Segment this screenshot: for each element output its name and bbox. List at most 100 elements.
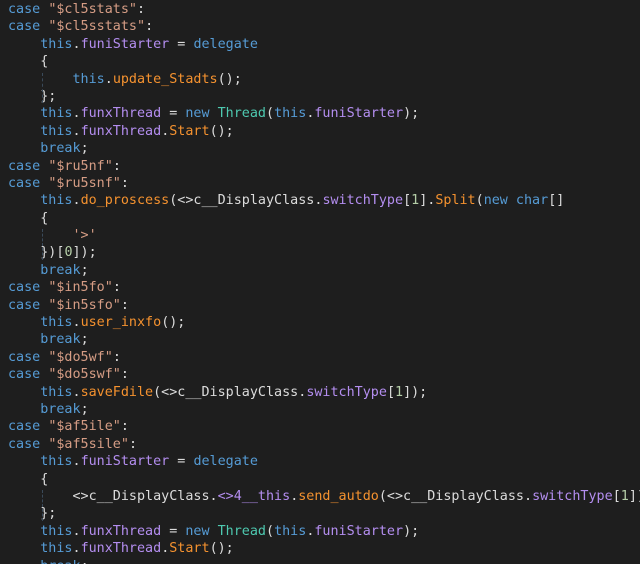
code-token: : [120,419,129,435]
code-token: . [72,454,81,470]
code-token: funiStarter [80,36,170,52]
code-token: delegate [193,36,258,52]
code-token: = [169,454,194,470]
code-token: user_inxfo [80,315,162,331]
code-token: ( [475,193,484,209]
code-token: this [40,193,73,209]
code-token: (<>c__DisplayClass. [169,193,323,209]
code-line[interactable]: { [0,210,640,227]
code-token: funxThread [80,123,162,139]
code-token: 0 [64,245,73,261]
code-token: <>c__DisplayClass. [72,488,218,504]
code-token: this [40,384,73,400]
code-token: (); [217,71,242,87]
code-token: ]. [419,193,436,209]
code-line[interactable]: case "$in5sfo": [0,297,640,314]
code-token: new [185,523,218,539]
code-line[interactable]: this.funxThread.Start(); [0,123,640,140]
code-editor[interactable]: case "$cl5stats": case "$cl5sstats": this… [0,0,640,564]
code-line[interactable]: case "$cl5stats": [0,1,640,18]
code-token: Start [169,541,210,557]
code-token: this [40,523,73,539]
code-token: this [40,315,73,331]
code-token: . [72,123,81,139]
code-token: funxThread [80,106,162,122]
code-line[interactable]: }; [0,505,640,522]
code-line[interactable]: this.funxThread = new Thread(this.funiSt… [0,105,640,122]
code-token: ]); [72,245,97,261]
code-line[interactable]: case "$af5sile": [0,436,640,453]
code-token: : [120,367,129,383]
code-token: ]); [403,384,428,400]
code-token: update_Stadts [112,71,218,87]
code-token: . [72,106,81,122]
code-token: this [40,454,73,470]
code-line[interactable]: })[0]); [0,244,640,261]
code-token: case [8,175,49,191]
code-token: ( [266,106,275,122]
code-line[interactable]: this.funiStarter = delegate [0,453,640,470]
code-line[interactable]: break; [0,262,640,279]
code-token: Split [435,193,476,209]
code-token: : [145,19,154,35]
code-token: : [112,349,121,365]
code-line[interactable]: case "$do5wf": [0,349,640,366]
code-token: : [137,2,146,17]
code-line[interactable]: case "$in5fo": [0,279,640,296]
code-line[interactable]: this.saveFdile(<>c__DisplayClass.switchT… [0,384,640,401]
code-token: case [8,436,49,452]
code-token: case [8,280,49,296]
code-line[interactable]: case "$cl5sstats": [0,18,640,35]
code-line[interactable]: break; [0,140,640,157]
code-token: this [72,71,105,87]
code-token: this [40,541,73,557]
code-token: . [72,541,81,557]
code-token: break [40,332,81,348]
code-token: ); [403,523,420,539]
code-line[interactable]: break; [0,558,640,564]
code-token: this [40,36,73,52]
code-token: "$do5wf" [48,349,113,365]
code-line[interactable]: case "$ru5nf": [0,158,640,175]
code-line[interactable]: break; [0,401,640,418]
code-token: case [8,19,49,35]
code-line[interactable]: { [0,471,640,488]
code-token: new char [483,193,549,209]
code-token: case [8,419,49,435]
code-line[interactable]: this.do_proscess(<>c__DisplayClass.switc… [0,192,640,209]
code-line[interactable]: { [0,53,640,70]
code-token: ; [80,332,89,348]
code-token: switchType [322,193,404,209]
code-token: case [8,158,49,174]
code-line[interactable]: case "$af5ile": [0,418,640,435]
code-line[interactable]: <>c__DisplayClass.<>4__this.send_autdo(<… [0,488,640,505]
code-line[interactable]: break; [0,331,640,348]
code-line[interactable]: this.funiStarter = delegate [0,36,640,53]
code-token: [ [386,384,395,400]
code-line[interactable]: this.user_inxfo(); [0,314,640,331]
code-line[interactable]: case "$do5swf": [0,366,640,383]
code-line[interactable]: }; [0,88,640,105]
code-token: . [72,523,81,539]
code-token: "$ru5snf" [48,175,121,191]
code-token: [ [403,193,412,209]
code-token: saveFdile [80,384,154,400]
code-line[interactable]: this.funxThread = new Thread(this.funiSt… [0,523,640,540]
code-token: this [274,523,307,539]
code-line[interactable]: case "$ru5snf": [0,175,640,192]
code-token: : [112,280,121,296]
code-line[interactable]: this.update_Stadts(); [0,71,640,88]
code-line[interactable]: '>' [0,227,640,244]
code-line[interactable]: this.funxThread.Start(); [0,540,640,557]
